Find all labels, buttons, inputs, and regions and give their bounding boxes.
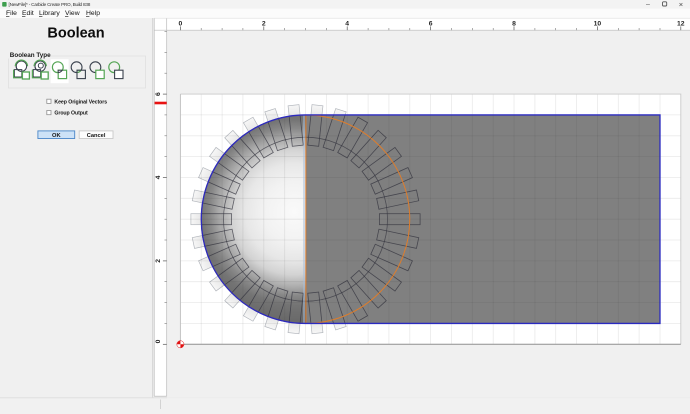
svg-text:8: 8	[512, 21, 516, 28]
svg-text:6: 6	[155, 92, 162, 96]
svg-text:Boolean Type: Boolean Type	[10, 52, 51, 59]
svg-text:4: 4	[155, 175, 162, 179]
svg-text:2: 2	[262, 21, 266, 28]
svg-text:0: 0	[155, 339, 162, 343]
svg-text:12: 12	[677, 21, 685, 28]
svg-text:Cancel: Cancel	[87, 133, 106, 139]
svg-text:[NewFile]* - Carbide Create PR: [NewFile]* - Carbide Create PRO, Build 8…	[9, 2, 91, 7]
svg-text:–: –	[646, 1, 650, 8]
svg-text:2: 2	[155, 259, 162, 263]
svg-text:×: ×	[679, 0, 683, 9]
svg-text:Boolean: Boolean	[47, 26, 104, 42]
svg-text:Group Output: Group Output	[54, 111, 88, 117]
svg-text:6: 6	[429, 21, 433, 28]
svg-text:4: 4	[345, 21, 349, 28]
svg-text:Keep Original Vectors: Keep Original Vectors	[54, 99, 107, 105]
svg-text:OK: OK	[52, 133, 61, 139]
svg-text:0: 0	[179, 21, 183, 28]
svg-text:10: 10	[594, 21, 602, 28]
